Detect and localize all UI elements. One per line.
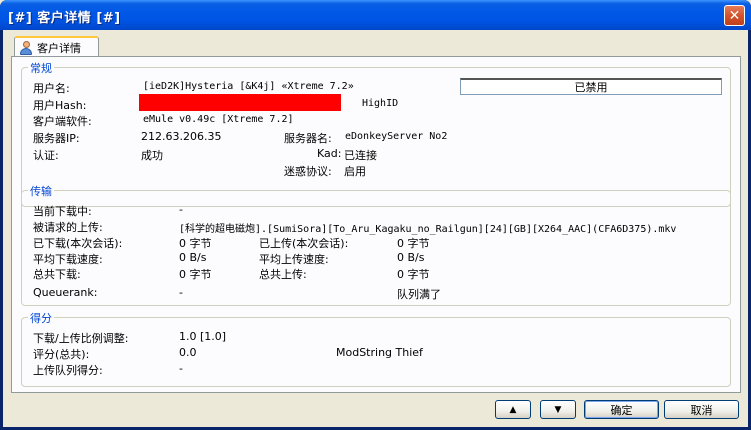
uploaded-session-value: 0 字节	[397, 237, 430, 250]
current-download-label: 当前下载中:	[33, 205, 92, 218]
ratio-value: 1.0 [1.0]	[179, 330, 227, 343]
group-score-title: 得分	[28, 310, 54, 326]
group-transfer: 传输 当前下载中: - 被请求的上传: [科学的超电磁炮].[SumiSora]…	[21, 183, 731, 306]
next-client-button[interactable]: ▼	[540, 400, 576, 419]
cancel-button[interactable]: 取消	[664, 400, 739, 419]
rating-label: 评分(总共):	[33, 348, 90, 361]
group-general-title: 常规	[28, 60, 54, 76]
avg-upload-label: 平均上传速度:	[259, 253, 329, 266]
queue-score-label: 上传队列得分:	[33, 364, 103, 377]
group-general: 常规 用户名: [ieD2K]Hysteria [&K4j] «Xtreme 7…	[21, 60, 731, 207]
auth-label: 认证:	[33, 149, 59, 162]
arrow-down-icon: ▼	[554, 404, 562, 415]
tab-panel: 常规 用户名: [ieD2K]Hysteria [&K4j] «Xtreme 7…	[11, 56, 741, 393]
ok-button[interactable]: 确定	[584, 400, 659, 419]
avg-upload-value: 0 B/s	[397, 251, 425, 264]
server-name-label: 服务器名:	[284, 132, 332, 145]
total-download-value: 0 字节	[179, 268, 212, 281]
ratio-label: 下载/上传比例调整:	[33, 332, 129, 345]
arrow-up-icon: ▲	[509, 404, 517, 415]
userhash-redacted	[139, 94, 341, 111]
banned-status-box: 已禁用	[460, 78, 722, 95]
rating-value: 0.0	[179, 346, 197, 359]
dialog-window: [#] 客户详情 [#] ✕ 客户详情 常规 用户名: [ieD2K]Hyste…	[0, 0, 751, 430]
uploaded-session-label: 已上传(本次会话):	[259, 237, 349, 250]
downloaded-session-label: 已下载(本次会话):	[33, 237, 123, 250]
total-upload-value: 0 字节	[397, 268, 430, 281]
server-ip-value: 212.63.206.35	[141, 130, 222, 143]
obfuscation-label: 迷惑协议:	[284, 165, 332, 178]
obfuscation-value: 启用	[344, 165, 366, 178]
username-value: [ieD2K]Hysteria [&K4j] «Xtreme 7.2»	[143, 81, 354, 92]
banned-status-text: 已禁用	[574, 81, 608, 94]
requested-upload-value: [科学的超电磁炮].[SumiSora][To_Aru_Kagaku_no_Ra…	[179, 224, 677, 235]
window-title: [#] 客户详情 [#]	[8, 11, 121, 26]
previous-client-button[interactable]: ▲	[495, 400, 531, 419]
close-button[interactable]: ✕	[724, 5, 745, 26]
kad-label: Kad:	[317, 147, 342, 160]
avg-download-label: 平均下载速度:	[33, 253, 103, 266]
title-bar[interactable]: [#] 客户详情 [#] ✕	[0, 0, 751, 30]
dialog-client-area: 客户详情 常规 用户名: [ieD2K]Hysteria [&K4j] «Xtr…	[3, 30, 748, 427]
downloaded-session-value: 0 字节	[179, 237, 212, 250]
cancel-button-label: 取消	[690, 403, 713, 417]
total-upload-label: 总共上传:	[259, 268, 307, 281]
avg-download-value: 0 B/s	[179, 251, 207, 264]
ok-button-label: 确定	[610, 403, 633, 417]
auth-value: 成功	[141, 149, 163, 162]
group-transfer-title: 传输	[28, 183, 54, 199]
total-download-label: 总共下载:	[33, 268, 81, 281]
client-software-label: 客户端软件:	[33, 115, 92, 128]
queuerank-value: -	[179, 286, 183, 299]
current-download-value: -	[179, 203, 183, 216]
server-name-value: eDonkeyServer No2	[345, 131, 448, 142]
close-icon: ✕	[728, 7, 741, 24]
userhash-type: HighID	[362, 98, 399, 109]
client-software-value: eMule v0.49c [Xtreme 7.2]	[143, 114, 294, 125]
group-score: 得分 下载/上传比例调整: 1.0 [1.0] 评分(总共): 0.0 ModS…	[21, 310, 731, 387]
user-icon	[19, 40, 33, 55]
username-label: 用户名:	[33, 82, 70, 95]
requested-upload-label: 被请求的上传:	[33, 221, 103, 234]
modstring-value: ModString Thief	[336, 346, 423, 359]
queue-score-value: -	[179, 362, 183, 375]
server-ip-label: 服务器IP:	[33, 132, 80, 145]
queue-status: 队列满了	[397, 288, 441, 301]
tab-label: 客户详情	[37, 41, 81, 55]
kad-value: 已连接	[344, 149, 377, 162]
queuerank-label: Queuerank:	[33, 286, 98, 299]
userhash-label: 用户Hash:	[33, 99, 87, 112]
tab-client-details[interactable]: 客户详情	[14, 36, 99, 57]
